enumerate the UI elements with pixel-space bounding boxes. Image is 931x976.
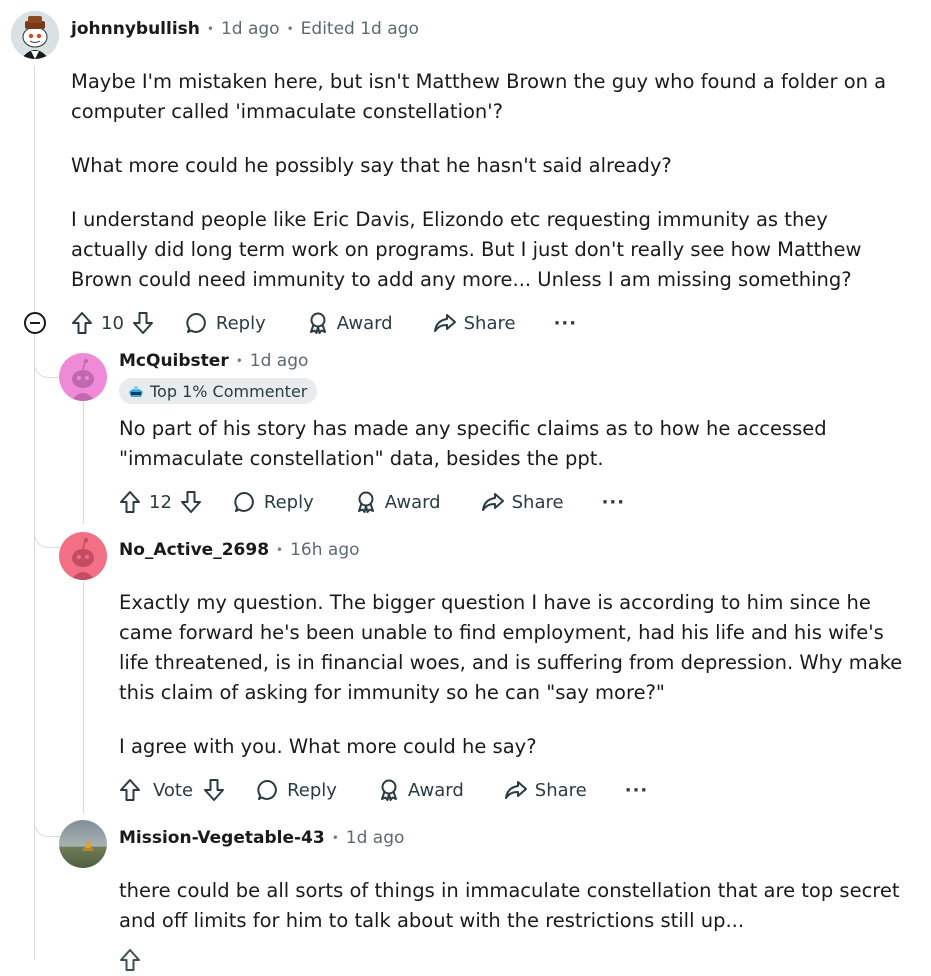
reply-label: Reply bbox=[215, 312, 266, 334]
comment-paragraph: Maybe I'm mistaken here, but isn't Matth… bbox=[71, 70, 887, 123]
comment-body: Exactly my question. The bigger question… bbox=[119, 588, 909, 762]
avatar[interactable] bbox=[11, 11, 59, 59]
share-label: Share bbox=[511, 491, 564, 513]
comment-paragraph: there could be all sorts of things in im… bbox=[119, 879, 900, 932]
comment-header: No_Active_2698 • 16h ago bbox=[119, 540, 360, 560]
thread-elbow bbox=[34, 814, 61, 837]
more-options-button[interactable]: ··· bbox=[602, 492, 626, 513]
author-name[interactable]: Mission-Vegetable-43 bbox=[119, 828, 325, 848]
upvote-button[interactable] bbox=[119, 778, 141, 802]
comment-paragraph: I understand people like Eric Davis, Eli… bbox=[71, 208, 862, 291]
share-label: Share bbox=[534, 779, 587, 801]
arrow-up-icon bbox=[120, 949, 140, 971]
upvote-button[interactable] bbox=[71, 311, 93, 335]
top-commenter-icon bbox=[129, 386, 143, 397]
comment-body: No part of his story has made any specif… bbox=[119, 414, 909, 474]
action-bar: 12 Reply Award Share ··· bbox=[119, 486, 625, 518]
thread-elbow bbox=[34, 525, 61, 548]
speech-bubble-icon bbox=[234, 491, 254, 512]
comment-header: johnnybullish • 1d ago • Edited 1d ago bbox=[71, 19, 419, 39]
share-button[interactable]: Share bbox=[481, 490, 564, 514]
comment-paragraph: I agree with you. What more could he say… bbox=[119, 735, 537, 758]
reply-label: Reply bbox=[287, 779, 337, 801]
upvote-button[interactable] bbox=[119, 948, 141, 972]
share-label: Share bbox=[463, 312, 516, 334]
thread-line-no-active[interactable] bbox=[83, 581, 84, 813]
thread-line-mcquibster[interactable] bbox=[83, 402, 84, 524]
comment-header: Mission-Vegetable-43 • 1d ago bbox=[119, 828, 404, 848]
speech-bubble-icon bbox=[257, 779, 277, 800]
avatar[interactable] bbox=[59, 532, 107, 580]
downvote-button[interactable] bbox=[203, 778, 225, 802]
vote-count: 10 bbox=[101, 312, 124, 334]
timestamp[interactable]: 16h ago bbox=[290, 540, 359, 560]
award-label: Award bbox=[407, 779, 464, 801]
downvote-button[interactable] bbox=[180, 490, 202, 514]
award-ribbon-icon bbox=[309, 312, 326, 334]
vote-count: 12 bbox=[149, 491, 172, 513]
separator-dot: • bbox=[276, 543, 284, 557]
arrow-up-icon bbox=[120, 491, 140, 513]
award-button[interactable]: Award bbox=[354, 490, 441, 514]
award-ribbon-icon bbox=[380, 779, 397, 801]
award-ribbon-icon bbox=[357, 491, 374, 513]
minus-circle-icon bbox=[30, 322, 40, 324]
user-flair: Top 1% Commenter bbox=[119, 378, 318, 404]
separator-dot: • bbox=[206, 22, 214, 36]
share-button[interactable]: Share bbox=[504, 778, 587, 802]
arrow-down-icon bbox=[180, 491, 201, 513]
comment-paragraph: What more could he possibly say that he … bbox=[71, 154, 672, 177]
comment-body: there could be all sorts of things in im… bbox=[119, 876, 909, 936]
timestamp[interactable]: 1d ago bbox=[250, 351, 309, 371]
action-bar: 10 Reply Award Share ··· bbox=[71, 307, 577, 339]
award-button[interactable]: Award bbox=[306, 311, 393, 335]
arrow-up-icon bbox=[120, 779, 140, 801]
author-name[interactable]: No_Active_2698 bbox=[119, 540, 269, 560]
speech-bubble-icon bbox=[186, 312, 206, 333]
award-button[interactable]: Award bbox=[377, 778, 464, 802]
timestamp[interactable]: 1d ago bbox=[221, 19, 280, 39]
arrow-up-icon bbox=[72, 312, 92, 334]
more-options-button[interactable]: ··· bbox=[625, 780, 649, 801]
comment-paragraph: No part of his story has made any specif… bbox=[119, 417, 827, 470]
share-button[interactable]: Share bbox=[433, 311, 516, 335]
downvote-button[interactable] bbox=[132, 311, 154, 335]
reply-button[interactable]: Reply bbox=[185, 311, 266, 335]
reply-button[interactable]: Reply bbox=[233, 490, 314, 514]
flair-label: Top 1% Commenter bbox=[150, 381, 308, 401]
separator-dot: • bbox=[286, 22, 294, 36]
author-name[interactable]: McQuibster bbox=[119, 351, 229, 371]
thread-elbow bbox=[34, 355, 61, 378]
share-arrow-icon bbox=[504, 781, 527, 799]
reply-button[interactable]: Reply bbox=[256, 778, 337, 802]
comment-header: McQuibster • 1d ago bbox=[119, 351, 308, 371]
reply-label: Reply bbox=[263, 491, 314, 513]
arrow-down-icon bbox=[132, 312, 153, 334]
avatar[interactable] bbox=[59, 353, 107, 401]
comment-body: Maybe I'm mistaken here, but isn't Matth… bbox=[71, 67, 901, 295]
vote-label: Vote bbox=[153, 779, 194, 801]
separator-dot: • bbox=[331, 831, 339, 845]
award-label: Award bbox=[336, 312, 393, 334]
upvote-button[interactable] bbox=[119, 490, 141, 514]
author-name[interactable]: johnnybullish bbox=[71, 19, 200, 39]
collapse-button[interactable] bbox=[24, 312, 46, 334]
avatar[interactable] bbox=[59, 820, 107, 868]
separator-dot: • bbox=[235, 354, 243, 368]
edited-label: Edited 1d ago bbox=[300, 19, 419, 39]
comment-paragraph: Exactly my question. The bigger question… bbox=[119, 591, 903, 704]
award-label: Award bbox=[384, 491, 441, 513]
timestamp[interactable]: 1d ago bbox=[346, 828, 405, 848]
share-arrow-icon bbox=[433, 314, 456, 332]
action-bar-partial bbox=[119, 944, 141, 976]
action-bar: Vote Reply Award Share ··· bbox=[119, 774, 648, 806]
more-options-button[interactable]: ··· bbox=[554, 313, 578, 334]
share-arrow-icon bbox=[481, 493, 504, 511]
arrow-down-icon bbox=[204, 779, 225, 801]
